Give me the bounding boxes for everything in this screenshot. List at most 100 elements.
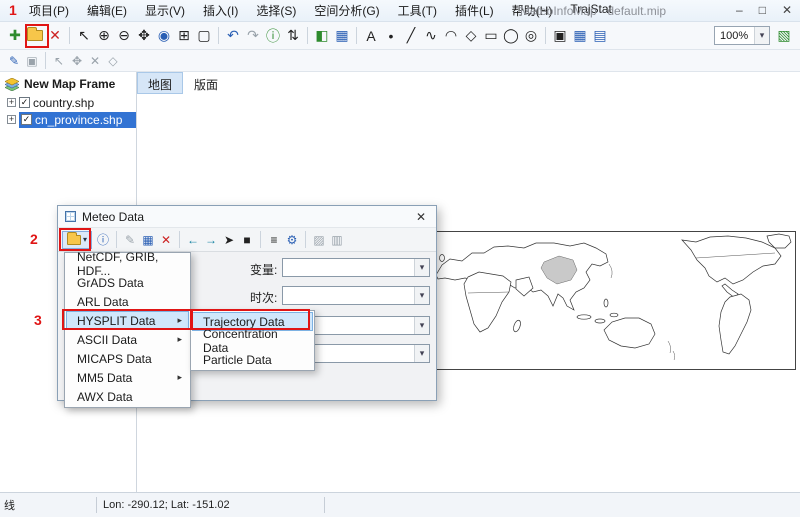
draw-ellipse-icon[interactable]: ◎ bbox=[521, 26, 541, 46]
measure-icon[interactable]: ⇅ bbox=[283, 26, 303, 46]
menu-item-micaps[interactable]: MICAPS Data bbox=[66, 349, 189, 368]
draw-rectangle-icon[interactable]: ▭ bbox=[481, 26, 501, 46]
menu-selection[interactable]: 选择(S) bbox=[247, 0, 305, 22]
submenu-item-concentration[interactable]: Concentration Data bbox=[192, 331, 313, 350]
menu-item-awx[interactable]: AWX Data bbox=[66, 387, 189, 406]
expand-icon[interactable]: + bbox=[7, 115, 16, 124]
zoom-level-combobox[interactable]: 100% ▾ bbox=[714, 26, 770, 45]
select-feature-icon[interactable]: ↖ bbox=[50, 52, 68, 70]
layer-label[interactable]: country.shp bbox=[33, 96, 94, 110]
annotation-box-3b bbox=[191, 309, 310, 330]
identify-icon[interactable]: ⓘ bbox=[263, 26, 283, 46]
next-time-icon[interactable]: → bbox=[202, 231, 220, 249]
undo-icon[interactable]: ↶ bbox=[223, 26, 243, 46]
menu-item-netcdf[interactable]: NetCDF, GRIB, HDF... bbox=[66, 254, 189, 273]
combobox-arrow-icon[interactable]: ▾ bbox=[414, 317, 429, 334]
map-frame-icon bbox=[5, 78, 19, 91]
draw-curve-icon[interactable]: ∿ bbox=[421, 26, 441, 46]
previous-time-icon[interactable]: ← bbox=[184, 231, 202, 249]
insert-image-icon[interactable]: ▦ bbox=[332, 26, 352, 46]
view-tabbar: 地图 版面 bbox=[137, 72, 800, 94]
menu-project[interactable]: 项目(P) bbox=[20, 0, 78, 22]
data-table-icon[interactable]: ▦ bbox=[139, 231, 157, 249]
menu-geoprocessing[interactable]: 空间分析(G) bbox=[305, 0, 388, 22]
grid-view-icon[interactable]: ▦ bbox=[570, 26, 590, 46]
annotation-box-2 bbox=[59, 228, 91, 251]
save-edits-icon[interactable]: ▣ bbox=[23, 52, 41, 70]
variable-value bbox=[283, 259, 414, 276]
select-icon[interactable]: ↖ bbox=[74, 26, 94, 46]
table-view-icon[interactable]: ▤ bbox=[590, 26, 610, 46]
expand-icon[interactable]: + bbox=[7, 98, 16, 107]
maximize-button[interactable]: □ bbox=[759, 3, 766, 17]
selected-layer-highlight[interactable]: ✓ cn_province.shp bbox=[19, 112, 136, 128]
draw-polygon-icon[interactable]: ◇ bbox=[461, 26, 481, 46]
coordinates-readout: Lon: -290.12; Lat: -151.02 bbox=[103, 499, 318, 511]
label-icon[interactable]: ◧ bbox=[312, 26, 332, 46]
close-button[interactable]: ✕ bbox=[782, 3, 792, 17]
map-canvas[interactable] bbox=[378, 231, 796, 370]
select-rectangle-icon[interactable]: ▢ bbox=[194, 26, 214, 46]
menu-item-label: Particle Data bbox=[203, 353, 272, 367]
zoom-in-icon[interactable]: ⊕ bbox=[94, 26, 114, 46]
layer-row-cn-province[interactable]: + ✓ cn_province.shp bbox=[0, 111, 136, 128]
edit-data-icon[interactable]: ✎ bbox=[121, 231, 139, 249]
tab-map[interactable]: 地图 bbox=[137, 72, 183, 94]
move-feature-icon[interactable]: ✥ bbox=[68, 52, 86, 70]
draw-circle-icon[interactable]: ◯ bbox=[501, 26, 521, 46]
delete-feature-icon[interactable]: ✕ bbox=[86, 52, 104, 70]
menu-edit[interactable]: 编辑(E) bbox=[78, 0, 136, 22]
select-graphic-icon[interactable]: ▣ bbox=[550, 26, 570, 46]
zoom-to-layer-icon[interactable]: ⊞ bbox=[174, 26, 194, 46]
layer-label[interactable]: cn_province.shp bbox=[35, 113, 122, 127]
tab-layout[interactable]: 版面 bbox=[183, 72, 229, 94]
full-extent-icon[interactable]: ◉ bbox=[154, 26, 174, 46]
menu-view[interactable]: 显示(V) bbox=[136, 0, 194, 22]
animate-icon[interactable]: ➤ bbox=[220, 231, 238, 249]
pan-icon[interactable]: ✥ bbox=[134, 26, 154, 46]
dialog-titlebar[interactable]: Meteo Data ✕ bbox=[58, 206, 436, 228]
dialog-title: Meteo Data bbox=[82, 210, 407, 224]
time-combobox[interactable]: ▾ bbox=[282, 286, 430, 305]
data-list-icon[interactable]: ≡ bbox=[265, 231, 283, 249]
layer-checkbox[interactable]: ✓ bbox=[19, 97, 30, 108]
settings-icon[interactable]: ⚙ bbox=[283, 231, 301, 249]
time-label: 时次: bbox=[250, 289, 277, 306]
variable-combobox[interactable]: ▾ bbox=[282, 258, 430, 277]
map-frame-node[interactable]: New Map Frame bbox=[0, 72, 136, 94]
insert-text-icon[interactable]: A bbox=[361, 26, 381, 46]
new-project-icon[interactable]: ✚ bbox=[5, 26, 25, 46]
dialog-close-button[interactable]: ✕ bbox=[413, 210, 429, 224]
combobox-arrow-icon[interactable]: ▾ bbox=[414, 345, 429, 362]
layer-checkbox[interactable]: ✓ bbox=[21, 114, 32, 125]
draw-arc-icon[interactable]: ◠ bbox=[441, 26, 461, 46]
menu-tools[interactable]: 工具(T) bbox=[389, 0, 446, 22]
combobox-arrow-icon[interactable]: ▾ bbox=[414, 287, 429, 304]
statusbar-left-text: 线 bbox=[0, 497, 90, 513]
edit-layer-icon[interactable]: ✎ bbox=[5, 52, 23, 70]
menu-insert[interactable]: 插入(I) bbox=[194, 0, 247, 22]
create-chart-icon[interactable]: ▥ bbox=[328, 231, 346, 249]
menu-item-label: MM5 Data bbox=[77, 371, 132, 385]
edit-vertices-icon[interactable]: ◇ bbox=[104, 52, 122, 70]
stop-icon[interactable]: ■ bbox=[238, 231, 256, 249]
combobox-arrow-icon[interactable]: ▾ bbox=[414, 259, 429, 276]
layer-row-country[interactable]: + ✓ country.shp bbox=[0, 94, 136, 111]
dialog-toolbar: ▾ ⓘ ✎ ▦ ✕ ← → ➤ ■ ≡ ⚙ ▨ ▥ bbox=[58, 228, 436, 252]
menu-plugins[interactable]: 插件(L) bbox=[446, 0, 503, 22]
menu-item-label: MICAPS Data bbox=[77, 352, 152, 366]
redo-icon[interactable]: ↷ bbox=[243, 26, 263, 46]
minimize-button[interactable]: – bbox=[736, 3, 743, 17]
draw-point-icon[interactable]: • bbox=[381, 26, 401, 46]
data-info-icon[interactable]: ⓘ bbox=[94, 231, 112, 249]
menu-item-mm5[interactable]: MM5 Data ▸ bbox=[66, 368, 189, 387]
combobox-arrow-icon[interactable]: ▾ bbox=[754, 27, 769, 44]
remove-data-icon[interactable]: ✕ bbox=[157, 231, 175, 249]
draw-polyline-icon[interactable]: ╱ bbox=[401, 26, 421, 46]
create-image-icon[interactable]: ▨ bbox=[310, 231, 328, 249]
menu-item-ascii[interactable]: ASCII Data ▸ bbox=[66, 330, 189, 349]
render-options-icon[interactable]: ▧ bbox=[774, 26, 794, 46]
menu-item-label: AWX Data bbox=[77, 390, 133, 404]
zoom-out-icon[interactable]: ⊖ bbox=[114, 26, 134, 46]
toolbar-separator bbox=[260, 231, 261, 248]
